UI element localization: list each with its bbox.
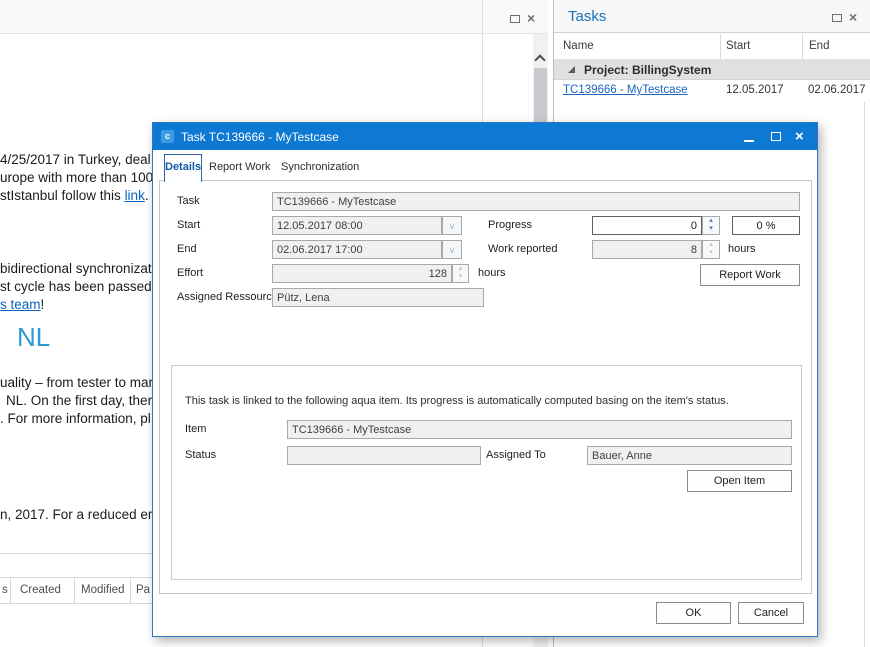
effort-unit: hours (478, 267, 506, 279)
close-icon[interactable]: × (527, 11, 535, 25)
progress-label: Progress (488, 219, 532, 231)
tasks-panel-titlebar: Tasks × (554, 0, 870, 33)
assigned-to-field[interactable]: Bauer, Anne (587, 446, 792, 465)
column-header[interactable]: s (2, 584, 8, 596)
newsletter-line: n, 2017. For a reduced er (0, 507, 152, 522)
work-reported-unit: hours (728, 243, 756, 255)
progress-stepper[interactable]: ▴▾ (702, 216, 720, 235)
newsletter-link[interactable]: s team (0, 297, 41, 312)
maximize-icon[interactable] (832, 14, 842, 22)
task-end: 02.06.2017 (808, 84, 866, 96)
task-link[interactable]: TC139666 - MyTestcase (563, 84, 688, 96)
end-label: End (177, 243, 197, 255)
newsletter-line: urope with more than 100 (0, 170, 153, 185)
spin-down-icon[interactable]: ▾ (703, 225, 719, 233)
end-field[interactable]: 02.06.2017 17:00 (272, 240, 442, 259)
newsletter-line: NL. On the first day, ther (6, 393, 152, 408)
open-item-button[interactable]: Open Item (687, 470, 792, 492)
status-label: Status (185, 449, 216, 461)
newsletter-line: bidirectional synchronizat (0, 261, 152, 276)
column-header[interactable]: Created (20, 584, 61, 596)
column-separator (10, 578, 11, 603)
details-tab-content: Task TC139666 - MyTestcase Start 12.05.2… (159, 180, 812, 594)
spin-up-icon: ▴ (453, 265, 468, 273)
dialog-titlebar[interactable]: c Task TC139666 - MyTestcase × (153, 123, 817, 150)
effort-label: Effort (177, 267, 203, 279)
column-header[interactable]: Modified (81, 584, 124, 596)
newsletter-link[interactable]: link (125, 188, 145, 203)
newsletter-line: 4/25/2017 in Turkey, deal (0, 152, 151, 167)
progress-percent-box: 0 % (732, 216, 800, 235)
chevron-down-icon: ∨ (449, 245, 456, 255)
task-label: Task (177, 195, 200, 207)
column-separator (130, 578, 131, 603)
task-start: 12.05.2017 (726, 84, 784, 96)
column-separator (720, 34, 721, 59)
task-field[interactable]: TC139666 - MyTestcase (272, 192, 800, 211)
tasks-column-start[interactable]: Start (726, 40, 750, 52)
spin-up-icon[interactable]: ▴ (703, 217, 719, 225)
tasks-panel-title: Tasks (568, 8, 606, 25)
app-icon: c (161, 130, 174, 143)
start-field[interactable]: 12.05.2017 08:00 (272, 216, 442, 235)
panel-inner-border (864, 102, 865, 647)
start-label: Start (177, 219, 200, 231)
background-window-titlebar: × (0, 0, 548, 34)
group-row[interactable]: Project: BillingSystem (554, 59, 870, 80)
item-label: Item (185, 423, 206, 435)
assigned-ressource-field[interactable]: Pütz, Lena (272, 288, 484, 307)
newsletter-line: uality – from tester to mar (0, 375, 153, 390)
minimize-icon[interactable] (744, 140, 754, 142)
effort-field[interactable]: 128 (272, 264, 452, 283)
spin-down-icon: ▾ (453, 273, 468, 281)
tasks-column-name[interactable]: Name (563, 40, 594, 52)
column-header[interactable]: Pa (136, 584, 150, 596)
end-dropdown-button[interactable]: ∨ (442, 240, 462, 259)
tab-report-work[interactable]: Report Work (209, 161, 271, 173)
status-field[interactable] (287, 446, 481, 465)
report-work-button[interactable]: Report Work (700, 264, 800, 286)
close-icon[interactable]: × (849, 10, 857, 24)
screen: × 4/25/2017 in Turkey, deal urope with m… (0, 0, 870, 647)
spin-down-icon: ▾ (703, 249, 719, 257)
task-dialog: c Task TC139666 - MyTestcase × Details R… (152, 122, 818, 637)
work-reported-stepper[interactable]: ▴▾ (702, 240, 720, 259)
group-expand-icon[interactable] (568, 66, 575, 73)
maximize-icon[interactable] (771, 132, 781, 141)
ok-button[interactable]: OK (656, 602, 731, 624)
assigned-to-label: Assigned To (486, 449, 546, 461)
tab-details[interactable]: Details (164, 154, 202, 182)
tasks-column-end[interactable]: End (809, 40, 829, 52)
item-field[interactable]: TC139666 - MyTestcase (287, 420, 792, 439)
newsletter-heading: NL (17, 322, 50, 353)
linked-item-groupbox: This task is linked to the following aqu… (171, 365, 802, 580)
newsletter-line: s team! (0, 297, 44, 312)
cancel-button[interactable]: Cancel (738, 602, 804, 624)
tab-synchronization[interactable]: Synchronization (281, 161, 359, 173)
start-dropdown-button[interactable]: ∨ (442, 216, 462, 235)
newsletter-line: stIstanbul follow this link. (0, 188, 149, 203)
scroll-up-icon[interactable] (534, 54, 545, 65)
group-label: Project: BillingSystem (584, 63, 711, 77)
table-row[interactable]: TC139666 - MyTestcase 12.05.2017 02.06.2… (554, 80, 870, 102)
effort-stepper[interactable]: ▴▾ (452, 264, 469, 283)
newsletter-line: st cycle has been passed (0, 279, 152, 294)
linked-item-description: This task is linked to the following aqu… (185, 395, 729, 407)
column-separator (802, 34, 803, 59)
dialog-title: Task TC139666 - MyTestcase (181, 130, 339, 144)
work-reported-label: Work reported (488, 243, 558, 255)
spin-up-icon: ▴ (703, 241, 719, 249)
close-icon[interactable]: × (795, 128, 804, 145)
newsletter-line: . For more information, pl (0, 411, 151, 426)
work-reported-field[interactable]: 8 (592, 240, 702, 259)
assigned-ressource-label: Assigned Ressource (177, 291, 278, 303)
chevron-down-icon: ∨ (449, 221, 456, 231)
column-separator (74, 578, 75, 603)
maximize-icon[interactable] (510, 15, 520, 23)
progress-field[interactable]: 0 (592, 216, 702, 235)
